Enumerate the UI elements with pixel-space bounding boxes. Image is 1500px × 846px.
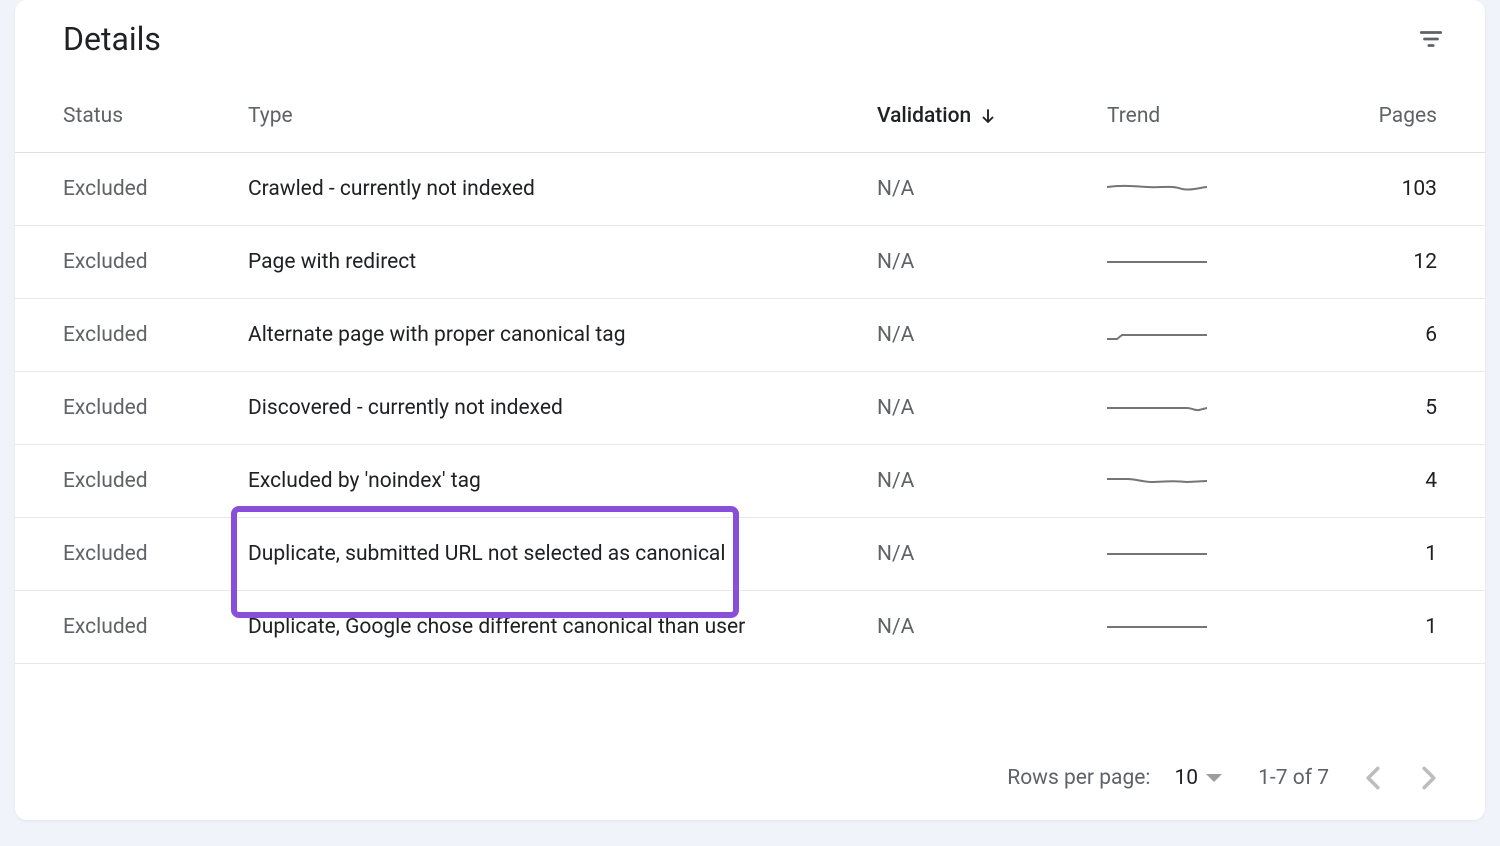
- row-pages: 4: [1337, 469, 1437, 493]
- column-header-trend[interactable]: Trend: [1107, 104, 1337, 128]
- column-header-pages[interactable]: Pages: [1337, 104, 1437, 128]
- column-header-type[interactable]: Type: [248, 104, 877, 128]
- page-size-select[interactable]: 10: [1174, 766, 1222, 790]
- row-validation: N/A: [877, 469, 1107, 493]
- row-type: Duplicate, Google chose different canoni…: [248, 615, 877, 639]
- row-status: Excluded: [63, 177, 248, 201]
- row-validation: N/A: [877, 323, 1107, 347]
- table-footer: Rows per page: 10 1-7 of 7: [15, 736, 1485, 820]
- row-type: Page with redirect: [248, 250, 877, 274]
- row-validation: N/A: [877, 542, 1107, 566]
- column-header-validation-label: Validation: [877, 104, 971, 128]
- filter-icon[interactable]: [1417, 25, 1445, 53]
- table-row[interactable]: ExcludedDuplicate, Google chose differen…: [15, 591, 1485, 664]
- row-status: Excluded: [63, 542, 248, 566]
- row-status: Excluded: [63, 323, 248, 347]
- table-row[interactable]: ExcludedAlternate page with proper canon…: [15, 299, 1485, 372]
- row-pages: 1: [1337, 615, 1437, 639]
- table-row[interactable]: ExcludedCrawled - currently not indexedN…: [15, 153, 1485, 226]
- rows-per-page-label: Rows per page:: [1007, 766, 1150, 790]
- row-type: Alternate page with proper canonical tag: [248, 323, 877, 347]
- row-status: Excluded: [63, 396, 248, 420]
- row-trend-sparkline: [1107, 617, 1337, 637]
- table-row[interactable]: ExcludedExcluded by 'noindex' tagN/A 4: [15, 445, 1485, 518]
- table-row[interactable]: ExcludedDiscovered - currently not index…: [15, 372, 1485, 445]
- card-header: Details: [15, 0, 1485, 88]
- next-page-button[interactable]: [1421, 766, 1437, 790]
- row-trend-sparkline: [1107, 179, 1337, 199]
- table-row[interactable]: ExcludedDuplicate, submitted URL not sel…: [15, 518, 1485, 591]
- row-trend-sparkline: [1107, 544, 1337, 564]
- row-status: Excluded: [63, 250, 248, 274]
- page-size-value: 10: [1174, 766, 1198, 790]
- row-trend-sparkline: [1107, 252, 1337, 272]
- row-validation: N/A: [877, 177, 1107, 201]
- details-card: Details Status Type Validation Trend Pag…: [15, 0, 1485, 820]
- row-type: Crawled - currently not indexed: [248, 177, 877, 201]
- row-status: Excluded: [63, 469, 248, 493]
- row-validation: N/A: [877, 250, 1107, 274]
- row-type: Excluded by 'noindex' tag: [248, 469, 877, 493]
- row-validation: N/A: [877, 396, 1107, 420]
- row-trend-sparkline: [1107, 325, 1337, 345]
- pagination-arrows: [1365, 766, 1437, 790]
- rows-per-page: Rows per page: 10: [1007, 766, 1222, 790]
- table-header-row: Status Type Validation Trend Pages: [15, 88, 1485, 153]
- dropdown-icon: [1206, 774, 1222, 782]
- row-trend-sparkline: [1107, 471, 1337, 491]
- row-trend-sparkline: [1107, 398, 1337, 418]
- row-validation: N/A: [877, 615, 1107, 639]
- table-row[interactable]: ExcludedPage with redirectN/A 12: [15, 226, 1485, 299]
- row-pages: 5: [1337, 396, 1437, 420]
- column-header-validation[interactable]: Validation: [877, 104, 1107, 128]
- sort-descending-icon: [979, 107, 997, 125]
- row-type: Discovered - currently not indexed: [248, 396, 877, 420]
- row-pages: 6: [1337, 323, 1437, 347]
- row-pages: 1: [1337, 542, 1437, 566]
- row-pages: 103: [1337, 177, 1437, 201]
- row-pages: 12: [1337, 250, 1437, 274]
- pagination-info: 1-7 of 7: [1258, 766, 1329, 790]
- row-status: Excluded: [63, 615, 248, 639]
- row-type: Duplicate, submitted URL not selected as…: [248, 542, 877, 566]
- column-header-status[interactable]: Status: [63, 104, 248, 128]
- previous-page-button[interactable]: [1365, 766, 1381, 790]
- page-title: Details: [63, 20, 161, 58]
- details-table: Status Type Validation Trend Pages Exclu…: [15, 88, 1485, 736]
